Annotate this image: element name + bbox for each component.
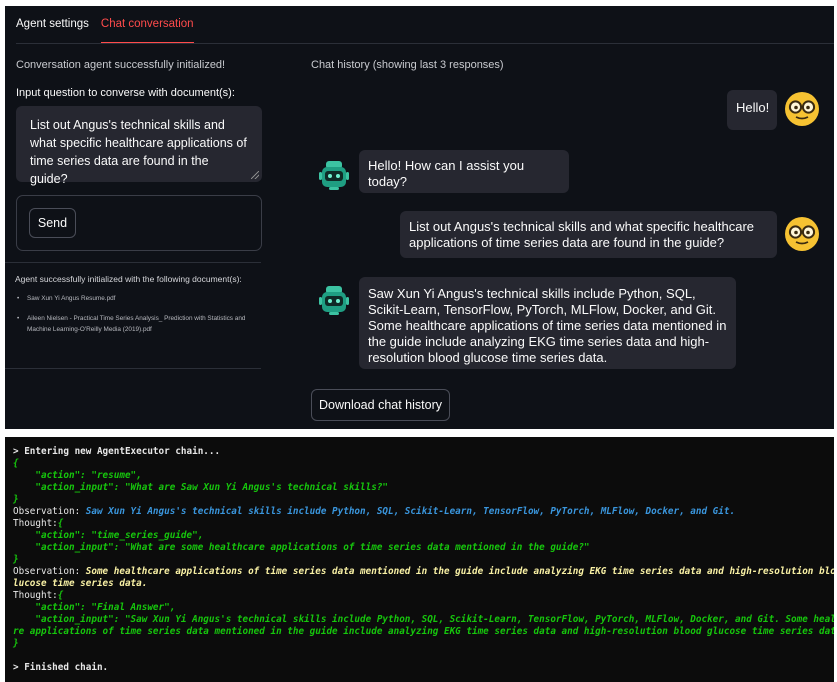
terminal-line: } xyxy=(13,494,19,506)
terminal-line: Observation: Saw Xun Yi Angus's technica… xyxy=(13,506,735,518)
message-text: Hello! xyxy=(736,100,770,115)
terminal-text: Saw Xun Yi Angus's technical skills incl… xyxy=(85,506,736,517)
terminal-output: > Entering new AgentExecutor chain...{ "… xyxy=(5,437,834,682)
terminal-text: > Finished chain. xyxy=(13,662,109,673)
documents-title: Agent successfully initialized with the … xyxy=(15,274,242,284)
user-avatar-icon xyxy=(785,217,819,251)
terminal-text: "action": "Final Answer", xyxy=(13,602,176,613)
terminal-text: { xyxy=(13,458,19,469)
bot-avatar-icon xyxy=(319,161,349,190)
terminal-text: Observation: xyxy=(13,566,86,577)
send-button[interactable]: Send xyxy=(29,208,76,238)
documents-list: Saw Xun Yi Angus Resume.pdf Aileen Niels… xyxy=(5,293,261,335)
terminal-text: "action_input": "Saw Xun Yi Angus's tech… xyxy=(13,614,834,625)
terminal-line: "action_input": "What are some healthcar… xyxy=(13,542,590,554)
terminal-text: } xyxy=(13,494,19,505)
terminal-text: } xyxy=(13,638,19,649)
streamlit-app: Agent settings Chat conversation Convers… xyxy=(5,6,834,429)
tab-bar: Agent settings Chat conversation xyxy=(16,6,194,44)
terminal-line: lucose time series data. xyxy=(13,578,147,590)
user-avatar-icon xyxy=(785,92,819,126)
terminal-text: Thought: xyxy=(13,590,58,601)
send-form: Send xyxy=(16,195,262,251)
tab-agent-settings[interactable]: Agent settings xyxy=(16,6,89,43)
question-input-label: Input question to converse with document… xyxy=(16,87,235,99)
terminal-text: "action_input": "What are Saw Xun Yi Ang… xyxy=(13,482,389,493)
terminal-text: "action_input": "What are some healthcar… xyxy=(13,542,590,553)
terminal-text: Observation: xyxy=(13,506,86,517)
terminal-line: { xyxy=(13,458,19,470)
terminal-text: { xyxy=(57,590,64,601)
chat-history-header: Chat history (showing last 3 responses) xyxy=(311,59,504,71)
terminal-text: } xyxy=(13,554,19,565)
terminal-line: "action": "time_series_guide", xyxy=(13,530,203,542)
terminal-text: "action": "time_series_guide", xyxy=(13,530,204,541)
chat-column: Chat history (showing last 3 responses) xyxy=(311,44,827,71)
bot-avatar-icon xyxy=(319,286,349,315)
user-message: List out Angus's technical skills and wh… xyxy=(400,211,777,258)
terminal-text: lucose time series data. xyxy=(13,578,148,589)
terminal-text: > Entering new AgentExecutor chain... xyxy=(13,446,221,457)
terminal-line: re applications of time series data ment… xyxy=(13,626,834,638)
terminal-line: Thought:{ xyxy=(13,518,63,530)
document-item: Saw Xun Yi Angus Resume.pdf xyxy=(5,293,261,304)
terminal-text: "action": "resume", xyxy=(13,470,142,481)
question-textarea[interactable]: List out Angus's technical skills and wh… xyxy=(16,106,262,186)
terminal-line: "action_input": "Saw Xun Yi Angus's tech… xyxy=(13,614,834,626)
message-text: Saw Xun Yi Angus's technical skills incl… xyxy=(368,286,727,365)
message-text: List out Angus's technical skills and wh… xyxy=(409,219,755,250)
download-chat-history-button[interactable]: Download chat history xyxy=(311,389,450,421)
document-item: Aileen Nielsen - Practical Time Series A… xyxy=(5,313,261,335)
documents-panel: Agent successfully initialized with the … xyxy=(5,262,261,369)
terminal-line: > Entering new AgentExecutor chain... xyxy=(13,446,220,458)
terminal-line: > Finished chain. xyxy=(13,662,108,674)
terminal-line: Thought:{ xyxy=(13,590,63,602)
terminal-line: "action": "Final Answer", xyxy=(13,602,175,614)
terminal-line: Observation: Some healthcare application… xyxy=(13,566,834,578)
terminal-text: { xyxy=(57,518,64,529)
terminal-text: Thought: xyxy=(13,518,58,529)
terminal-line: "action": "resume", xyxy=(13,470,142,482)
terminal-text: Some healthcare applications of time ser… xyxy=(85,566,834,577)
terminal-line: } xyxy=(13,638,19,650)
left-column: Conversation agent successfully initiali… xyxy=(16,44,262,251)
terminal-line: "action_input": "What are Saw Xun Yi Ang… xyxy=(13,482,388,494)
status-message: Conversation agent successfully initiali… xyxy=(16,59,226,71)
assistant-message: Saw Xun Yi Angus's technical skills incl… xyxy=(359,277,736,369)
tab-chat-conversation[interactable]: Chat conversation xyxy=(100,6,194,44)
resize-handle-icon[interactable] xyxy=(251,171,259,179)
user-message: Hello! xyxy=(727,90,777,130)
question-text: List out Angus's technical skills and wh… xyxy=(30,118,247,186)
terminal-text: re applications of time series data ment… xyxy=(13,626,834,637)
assistant-message: Hello! How can I assist you today? xyxy=(359,150,569,193)
message-text: Hello! How can I assist you today? xyxy=(368,158,525,189)
terminal-line: } xyxy=(13,554,19,566)
